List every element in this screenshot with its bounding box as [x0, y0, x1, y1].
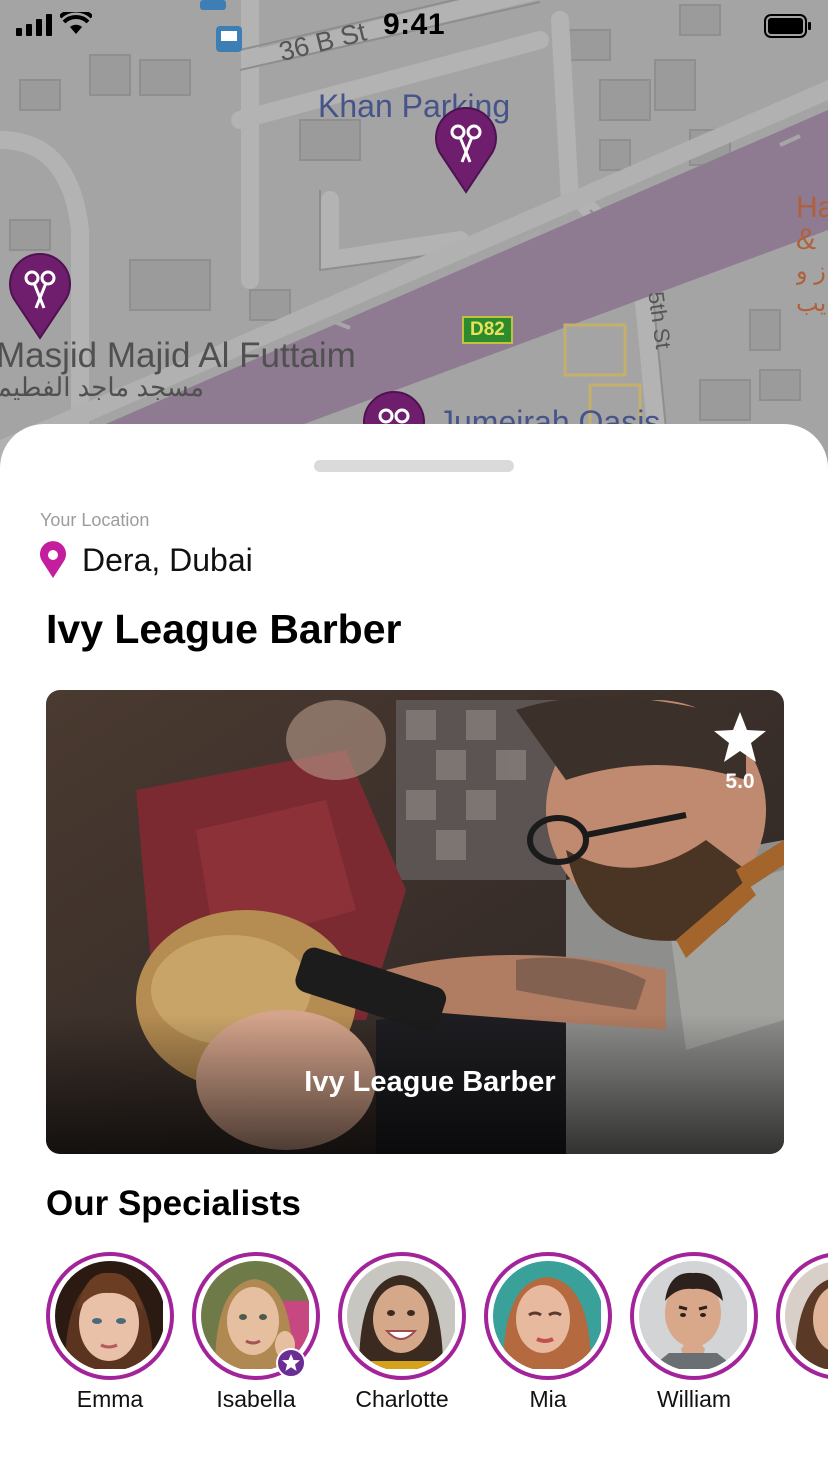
location-value: Dera, Dubai	[82, 541, 253, 578]
specialists-carousel[interactable]: Emma Isabella Charlotte Mia William	[46, 1252, 828, 1422]
avatar	[785, 1261, 828, 1371]
avatar	[493, 1261, 603, 1371]
rating-star-icon	[714, 712, 766, 762]
featured-star-badge	[276, 1348, 306, 1378]
specialist-item[interactable]: Ar	[776, 1252, 828, 1422]
avatar	[639, 1261, 749, 1371]
place-label-arabic: مسجد ماجد الفطيم	[0, 372, 204, 402]
specialist-name: Mia	[529, 1386, 567, 1412]
status-time: 9:41	[382, 8, 446, 41]
location-pin-icon	[40, 541, 66, 578]
specialist-name: William	[656, 1386, 732, 1412]
map-pin-scissors-icon[interactable]	[432, 104, 500, 196]
specialist-name: Ar	[756, 1386, 828, 1413]
avatar	[347, 1261, 457, 1371]
shop-hero-card[interactable]: 5.0 Ivy League Barber	[46, 690, 784, 1154]
specialist-name: Isabella	[216, 1386, 296, 1412]
battery-icon	[764, 14, 811, 38]
avatar-ring	[776, 1252, 828, 1380]
location-caption: Your Location	[40, 510, 150, 530]
map-pin-scissors-icon[interactable]	[6, 250, 74, 342]
status-bar: 9:41	[0, 0, 828, 52]
avatar-ring	[338, 1252, 466, 1380]
hero-shop-name: Ivy League Barber	[304, 1066, 556, 1098]
bottom-sheet: Your Location Dera, Dubai Ivy League Bar…	[0, 424, 828, 1472]
specialist-item[interactable]: William	[630, 1252, 758, 1422]
specialist-item[interactable]: Mia	[484, 1252, 612, 1422]
shop-title: Ivy League Barber	[46, 606, 402, 652]
specialist-item[interactable]: Charlotte	[338, 1252, 466, 1422]
specialist-name: Emma	[76, 1386, 144, 1412]
map-view[interactable]: 36 B St 5th St Khan Parking Masjid Majid…	[0, 0, 828, 470]
road-badge: D82	[462, 316, 513, 344]
avatar-ring	[630, 1252, 758, 1380]
edge-label: Ha & ز و يب	[796, 192, 828, 317]
sheet-grabber-handle[interactable]	[314, 460, 514, 472]
specialist-name: Charlotte	[355, 1386, 449, 1412]
location-selector[interactable]: Dera, Dubai	[38, 540, 253, 580]
specialist-item[interactable]: Emma	[46, 1252, 174, 1422]
rating-value: 5.0	[725, 770, 755, 793]
place-label: Masjid Majid Al Futtaim	[0, 336, 356, 375]
avatar-ring	[484, 1252, 612, 1380]
avatar	[55, 1261, 165, 1371]
star-icon	[282, 1354, 300, 1371]
specialist-item[interactable]: Isabella	[192, 1252, 320, 1422]
specialists-section-title: Our Specialists	[46, 1184, 301, 1223]
avatar-ring	[46, 1252, 174, 1380]
